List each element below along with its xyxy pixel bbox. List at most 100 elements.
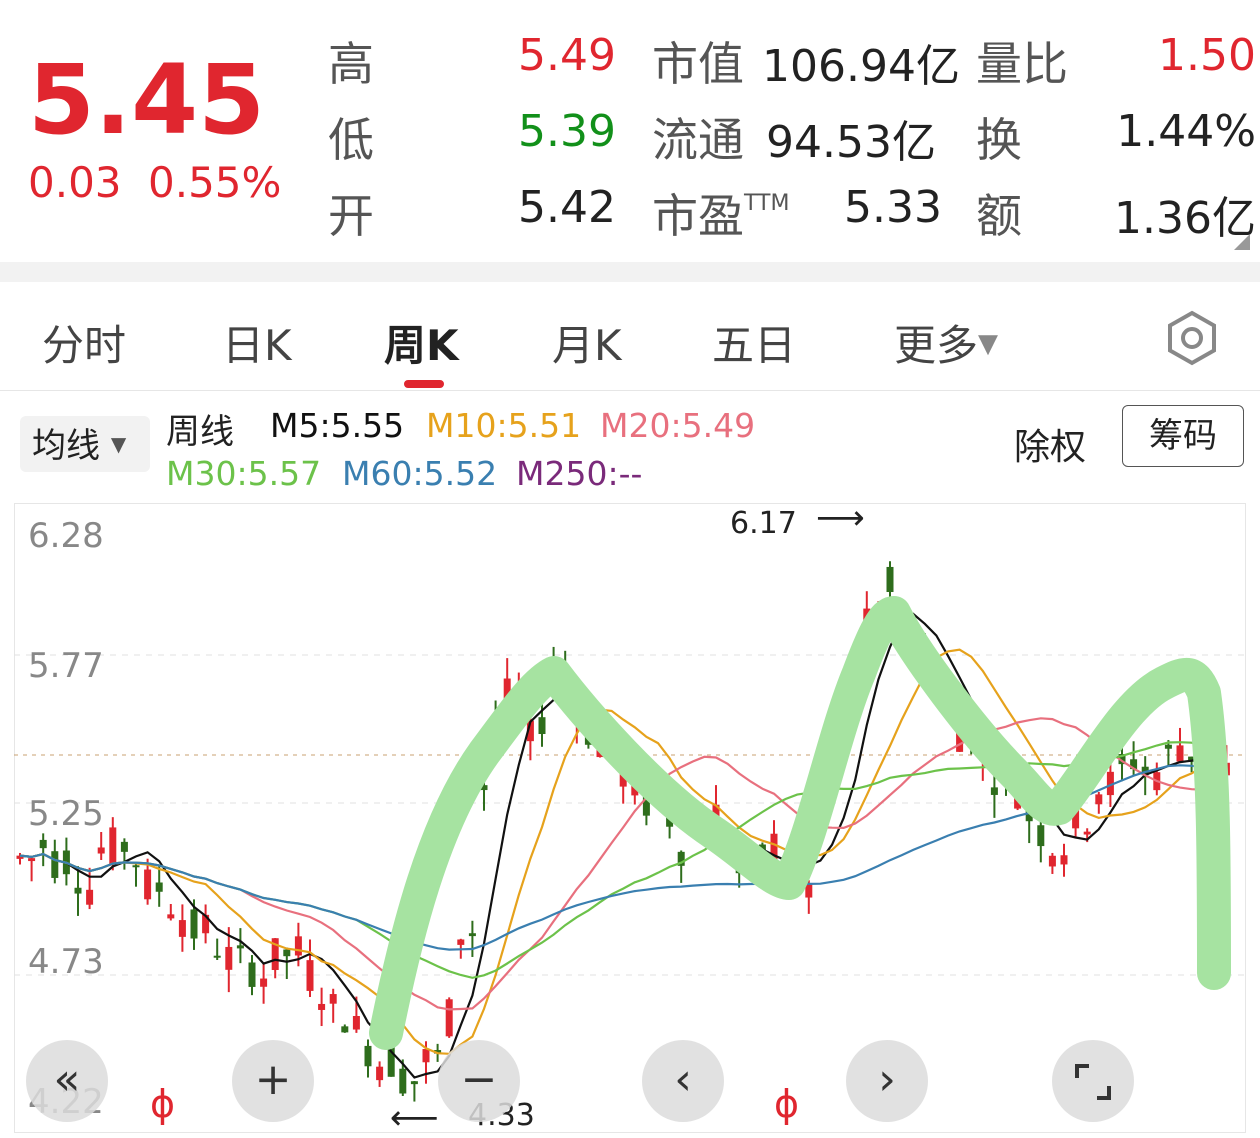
expand-corner-icon[interactable] — [1234, 234, 1250, 250]
arrow-left-icon: ⟵ — [390, 1098, 439, 1138]
tab-more[interactable]: 更多▼ — [894, 312, 998, 373]
candle-body — [886, 566, 894, 593]
candle-body — [248, 962, 256, 987]
candle-body — [445, 999, 453, 1037]
low-label: 低 — [328, 113, 374, 167]
ma-selector-label: 均线 — [32, 426, 100, 466]
ma-line-10 — [19, 648, 1227, 1055]
ma5-value: M5:5.55 — [270, 406, 405, 445]
volume-ratio-value: 1.50 — [1158, 30, 1256, 81]
zoom-in-icon[interactable]: + — [232, 1040, 314, 1122]
candle-body — [329, 994, 337, 1004]
period-label: 周线 — [166, 412, 234, 452]
caret-down-icon: ▼ — [978, 329, 999, 359]
tab-intraday[interactable]: 分时 — [42, 312, 126, 373]
pe-value: 5.33 — [844, 182, 942, 233]
candle-body — [990, 787, 998, 795]
price-change: 0.03 — [28, 158, 122, 207]
tab-more-label: 更多 — [894, 321, 979, 370]
amount-label: 额 — [976, 189, 1022, 243]
candle-body — [39, 839, 47, 849]
pe-label: 市盈TTM — [652, 180, 789, 246]
candle-body — [283, 949, 291, 957]
high-label: 高 — [328, 37, 374, 91]
candle-body — [74, 887, 82, 894]
ma60-value: M60:5.52 — [342, 454, 498, 493]
tab-daily-k[interactable]: 日K — [222, 312, 292, 373]
active-tab-indicator — [404, 380, 444, 388]
candle-body — [410, 1081, 418, 1085]
candle-body — [1164, 744, 1172, 749]
quote-header: 5.45 0.03 0.55% 高 低 开 5.49 5.39 5.42 市值 … — [0, 0, 1260, 262]
turnover-value: 1.44% — [1116, 106, 1256, 157]
low-value: 5.39 — [518, 106, 616, 157]
candle-body — [167, 914, 175, 919]
ma30-value: M30:5.57 — [166, 454, 322, 493]
last-price: 5.45 — [28, 44, 265, 156]
candle-body — [144, 869, 152, 900]
caret-down-icon: ▼ — [110, 432, 127, 456]
candle-body — [341, 1026, 349, 1033]
fullscreen-icon[interactable] — [1052, 1040, 1134, 1122]
tab-monthly-k[interactable]: 月K — [552, 312, 622, 373]
y-label-1: 6.28 — [28, 516, 104, 556]
candle-body — [1037, 825, 1045, 847]
candle-body — [306, 960, 314, 991]
pe-label-text: 市盈 — [652, 189, 744, 243]
high-value: 5.49 — [518, 30, 616, 81]
ma250-value: M250:-- — [516, 454, 643, 493]
candle-body — [376, 1066, 384, 1081]
candle-body — [422, 1049, 430, 1063]
ma20-value: M20:5.49 — [600, 406, 756, 445]
y-label-4: 4.73 — [28, 942, 104, 982]
candle-body — [457, 939, 465, 945]
candle-body — [236, 945, 244, 949]
ex-dividend-marker-icon: ɸ — [150, 1082, 176, 1126]
zoom-out-icon[interactable]: − — [438, 1040, 520, 1122]
tab-five-day[interactable]: 五日 — [712, 312, 796, 373]
price-change-pct: 0.55% — [148, 158, 282, 207]
y-label-2: 5.77 — [28, 646, 104, 686]
ma-selector-button[interactable]: 均线 ▼ — [20, 416, 150, 472]
ma-line-5 — [19, 612, 1227, 1079]
candle-body — [155, 882, 163, 892]
candle-body — [51, 851, 59, 878]
candle-body — [364, 1045, 372, 1067]
gear-icon[interactable] — [1164, 310, 1220, 366]
separator — [0, 262, 1260, 282]
arrow-right-icon: ⟶ — [816, 498, 865, 538]
open-label: 开 — [328, 189, 374, 243]
kline-chart[interactable] — [14, 503, 1246, 1133]
exrights-button[interactable]: 除权 — [1014, 418, 1086, 470]
turnover-label: 换 — [976, 113, 1022, 167]
candle-body — [352, 1015, 360, 1030]
prev-icon[interactable]: ‹ — [642, 1040, 724, 1122]
candle-body — [132, 865, 140, 868]
candle-body — [28, 858, 36, 862]
market-cap-value: 106.94亿 — [762, 41, 960, 92]
ma10-value: M10:5.51 — [426, 406, 582, 445]
double-left-icon[interactable]: « — [26, 1040, 108, 1122]
volume-ratio-label: 量比 — [976, 37, 1068, 91]
candle-body — [109, 827, 117, 865]
pe-label-sup: TTM — [744, 191, 790, 216]
candle-body — [1083, 831, 1091, 835]
next-icon[interactable]: › — [846, 1040, 928, 1122]
candle-body — [468, 933, 476, 937]
candle-body — [225, 946, 233, 970]
y-label-3: 5.25 — [28, 794, 104, 834]
period-tabs: 分时 日K 周K 月K 五日 更多▼ — [0, 282, 1260, 391]
tab-weekly-k[interactable]: 周K — [384, 312, 459, 373]
period-high-label: 6.17 — [730, 506, 797, 541]
candle-body — [1095, 794, 1103, 805]
candle-body — [178, 920, 186, 937]
fullscreen-glyph — [1075, 1064, 1111, 1100]
float-cap-value: 94.53亿 — [766, 117, 936, 168]
candle-body — [213, 955, 221, 958]
candle-body — [399, 1068, 407, 1094]
candle-body — [190, 909, 198, 939]
candle-body — [538, 717, 546, 735]
chips-button[interactable]: 筹码 — [1122, 405, 1244, 467]
candle-body — [260, 978, 268, 987]
candle-body — [294, 936, 302, 956]
